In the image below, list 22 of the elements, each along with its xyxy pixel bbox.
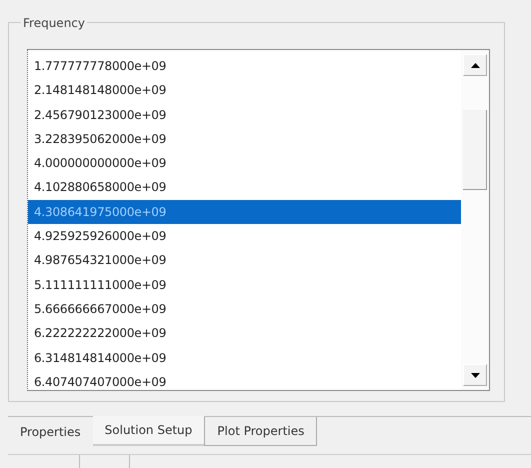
tab[interactable]: Solution Setup <box>92 416 204 446</box>
frequency-list[interactable] <box>27 49 490 391</box>
list-item[interactable]: 6.314814814000e+09 <box>28 346 461 370</box>
list-item[interactable]: 5.666666667000e+09 <box>28 296 461 322</box>
list-item[interactable]: 4.000000000000e+09 <box>28 151 461 176</box>
list-item[interactable]: 4.925925926000e+09 <box>28 224 461 248</box>
tab[interactable]: Plot Properties <box>204 417 318 446</box>
scroll-down-button[interactable] <box>463 364 487 386</box>
up-arrow-icon <box>470 62 480 68</box>
list-item[interactable]: 2.148148148000e+09 <box>28 78 461 103</box>
list-item[interactable]: 2.456790123000e+09 <box>28 102 461 127</box>
list-item[interactable]: 6.407407407000e+09 <box>28 370 461 390</box>
list-item[interactable]: 6.222222222000e+09 <box>28 321 461 346</box>
scroll-thumb[interactable] <box>463 110 487 190</box>
list-item[interactable]: 5.111111111000e+09 <box>28 272 461 297</box>
down-arrow-icon <box>470 372 480 378</box>
list-item[interactable]: 4.987654321000e+09 <box>28 248 461 273</box>
list-item[interactable]: 1.777777778000e+09 <box>28 54 461 78</box>
list-item[interactable]: 3.228395062000e+09 <box>28 126 461 152</box>
list-item[interactable]: 4.102880658000e+09 <box>28 175 461 200</box>
scroll-up-button[interactable] <box>463 54 487 76</box>
scrollbar[interactable] <box>461 50 489 390</box>
